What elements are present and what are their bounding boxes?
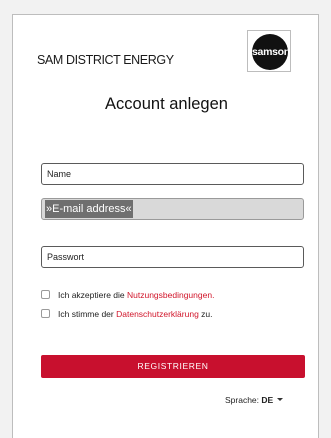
terms-checkbox[interactable] [41,290,50,299]
language-label: Sprache: [225,395,260,405]
page-title: Account anlegen [105,95,228,113]
brand-name: SAM DISTRICT ENERGY [37,53,174,67]
privacy-label-prefix: Ich stimme der [58,309,117,319]
register-button[interactable]: REGISTRIEREN [41,355,305,378]
registration-card: SAM DISTRICT ENERGY samson Account anleg… [12,14,319,438]
terms-label-prefix: Ich akzeptiere die [58,290,127,300]
terms-label-suffix: . [212,290,215,300]
samson-logo: samson [247,30,291,72]
language-selector[interactable]: Sprache: DE [225,395,284,405]
email-field-selected-text: »E-mail address« [45,200,133,218]
password-field[interactable]: Passwort [41,246,304,268]
privacy-consent-row: Ich stimme der Datenschutzerklärung zu. [41,308,213,320]
terms-link[interactable]: Nutzungsbedingungen [127,290,212,300]
email-field[interactable]: »E-mail address« [41,198,304,220]
chevron-down-icon [277,398,284,401]
samson-logo-mark: samson [252,34,288,70]
terms-consent-row: Ich akzeptiere die Nutzungsbedingungen. [41,289,214,301]
name-field[interactable]: Name [41,163,304,185]
language-value: DE [261,395,274,405]
privacy-checkbox[interactable] [41,309,50,318]
privacy-label-suffix: zu. [198,309,213,319]
privacy-link[interactable]: Datenschutzerklärung [116,309,199,319]
name-field-value: Name [47,169,72,179]
password-field-value: Passwort [47,252,85,262]
